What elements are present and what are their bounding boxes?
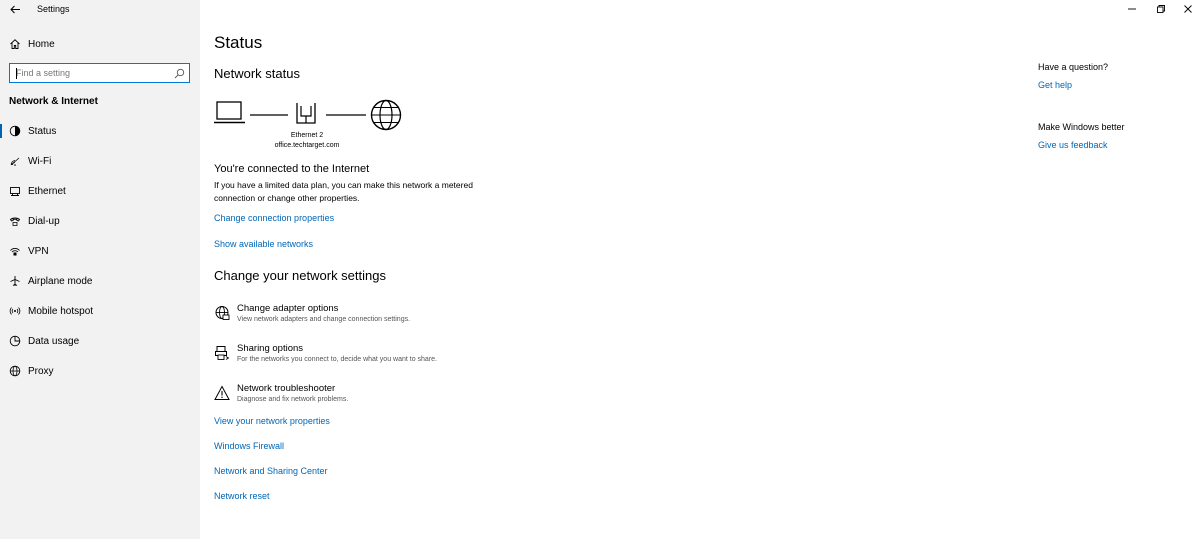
sidebar-item-wifi[interactable]: Wi-Fi: [0, 150, 200, 172]
option-description: Diagnose and fix network problems.: [237, 396, 349, 403]
restore-icon: [1157, 5, 1165, 13]
sidebar-item-label: Dial-up: [28, 215, 60, 227]
sidebar-item-data-usage[interactable]: Data usage: [0, 330, 200, 352]
sidebar-item-airplane-mode[interactable]: Airplane mode: [0, 270, 200, 292]
sidebar-item-status[interactable]: Status: [0, 120, 200, 142]
sidebar-item-label: VPN: [28, 245, 49, 257]
sidebar-item-label: Wi-Fi: [28, 155, 52, 167]
network-diagram: [214, 99, 402, 131]
show-available-networks-link[interactable]: Show available networks: [214, 239, 313, 249]
sidebar-item-vpn[interactable]: VPN: [0, 240, 200, 262]
home-icon: [8, 38, 21, 51]
minimize-icon: [1128, 8, 1136, 10]
sidebar-item-mobile-hotspot[interactable]: Mobile hotspot: [0, 300, 200, 322]
sidebar-item-label: Data usage: [28, 335, 80, 347]
sharing-options[interactable]: Sharing options For the networks you con…: [214, 343, 514, 373]
close-button[interactable]: [1178, 2, 1198, 16]
search-input[interactable]: [10, 68, 170, 78]
hotspot-icon: [8, 305, 21, 318]
adapter-domain: office.techtarget.com: [274, 142, 340, 149]
page-title: Status: [214, 33, 263, 52]
laptop-icon: [214, 101, 245, 124]
option-title: Sharing options: [237, 343, 304, 354]
search-icon[interactable]: [174, 68, 185, 79]
back-button[interactable]: [6, 2, 24, 16]
change-adapter-options[interactable]: Change adapter options View network adap…: [214, 303, 514, 333]
option-description: View network adapters and change connect…: [237, 316, 411, 323]
view-network-properties-link[interactable]: View your network properties: [214, 416, 330, 426]
status-icon: [8, 125, 21, 138]
sidebar-item-label: Mobile hotspot: [28, 305, 94, 317]
sharing-icon: [215, 346, 230, 360]
proxy-icon: [8, 365, 21, 378]
section-heading: Network & Internet: [9, 96, 98, 107]
sidebar-item-label: Status: [28, 125, 57, 137]
ethernet-adapter-icon: [296, 103, 316, 124]
feedback-title: Make Windows better: [1038, 122, 1125, 132]
sidebar: Settings Home Network & Internet Status …: [0, 0, 200, 539]
close-icon: [1184, 5, 1192, 13]
change-connection-properties-link[interactable]: Change connection properties: [214, 213, 334, 223]
sidebar-item-label: Ethernet: [28, 185, 66, 197]
give-feedback-link[interactable]: Give us feedback: [1038, 140, 1108, 150]
minimize-button[interactable]: [1122, 2, 1142, 16]
globe-icon: [370, 99, 402, 131]
network-status-heading: Network status: [214, 66, 300, 81]
help-question-title: Have a question?: [1038, 62, 1109, 72]
data-usage-icon: [8, 335, 21, 348]
search-field[interactable]: [9, 63, 190, 83]
change-network-settings-heading: Change your network settings: [214, 268, 386, 283]
option-description: For the networks you connect to, decide …: [237, 356, 437, 363]
vpn-icon: [8, 245, 21, 258]
sidebar-item-label: Home: [28, 38, 55, 50]
connection-title: You're connected to the Internet: [214, 163, 370, 175]
option-title: Change adapter options: [237, 303, 339, 314]
airplane-icon: [8, 275, 21, 288]
sidebar-item-ethernet[interactable]: Ethernet: [0, 180, 200, 202]
get-help-link[interactable]: Get help: [1038, 80, 1072, 90]
sidebar-item-home[interactable]: Home: [0, 33, 200, 55]
sidebar-item-label: Proxy: [28, 365, 54, 377]
ethernet-icon: [8, 185, 21, 198]
adapter-name: Ethernet 2: [290, 132, 324, 139]
wifi-icon: [8, 155, 21, 168]
adapter-icon: [215, 306, 230, 320]
windows-firewall-link[interactable]: Windows Firewall: [214, 441, 284, 451]
sidebar-item-dialup[interactable]: Dial-up: [0, 210, 200, 232]
network-troubleshooter[interactable]: Network troubleshooter Diagnose and fix …: [214, 383, 514, 413]
option-title: Network troubleshooter: [237, 383, 336, 394]
network-sharing-center-link[interactable]: Network and Sharing Center: [214, 466, 328, 476]
connection-description: If you have a limited data plan, you can…: [214, 180, 473, 203]
restore-button[interactable]: [1151, 2, 1171, 16]
warning-icon: [214, 385, 230, 400]
text-caret: [16, 68, 17, 79]
sidebar-item-proxy[interactable]: Proxy: [0, 360, 200, 382]
app-title: Settings: [37, 4, 70, 14]
network-reset-link[interactable]: Network reset: [214, 491, 270, 501]
sidebar-item-label: Airplane mode: [28, 275, 93, 287]
back-arrow-icon: [9, 5, 20, 13]
dialup-icon: [8, 215, 21, 228]
